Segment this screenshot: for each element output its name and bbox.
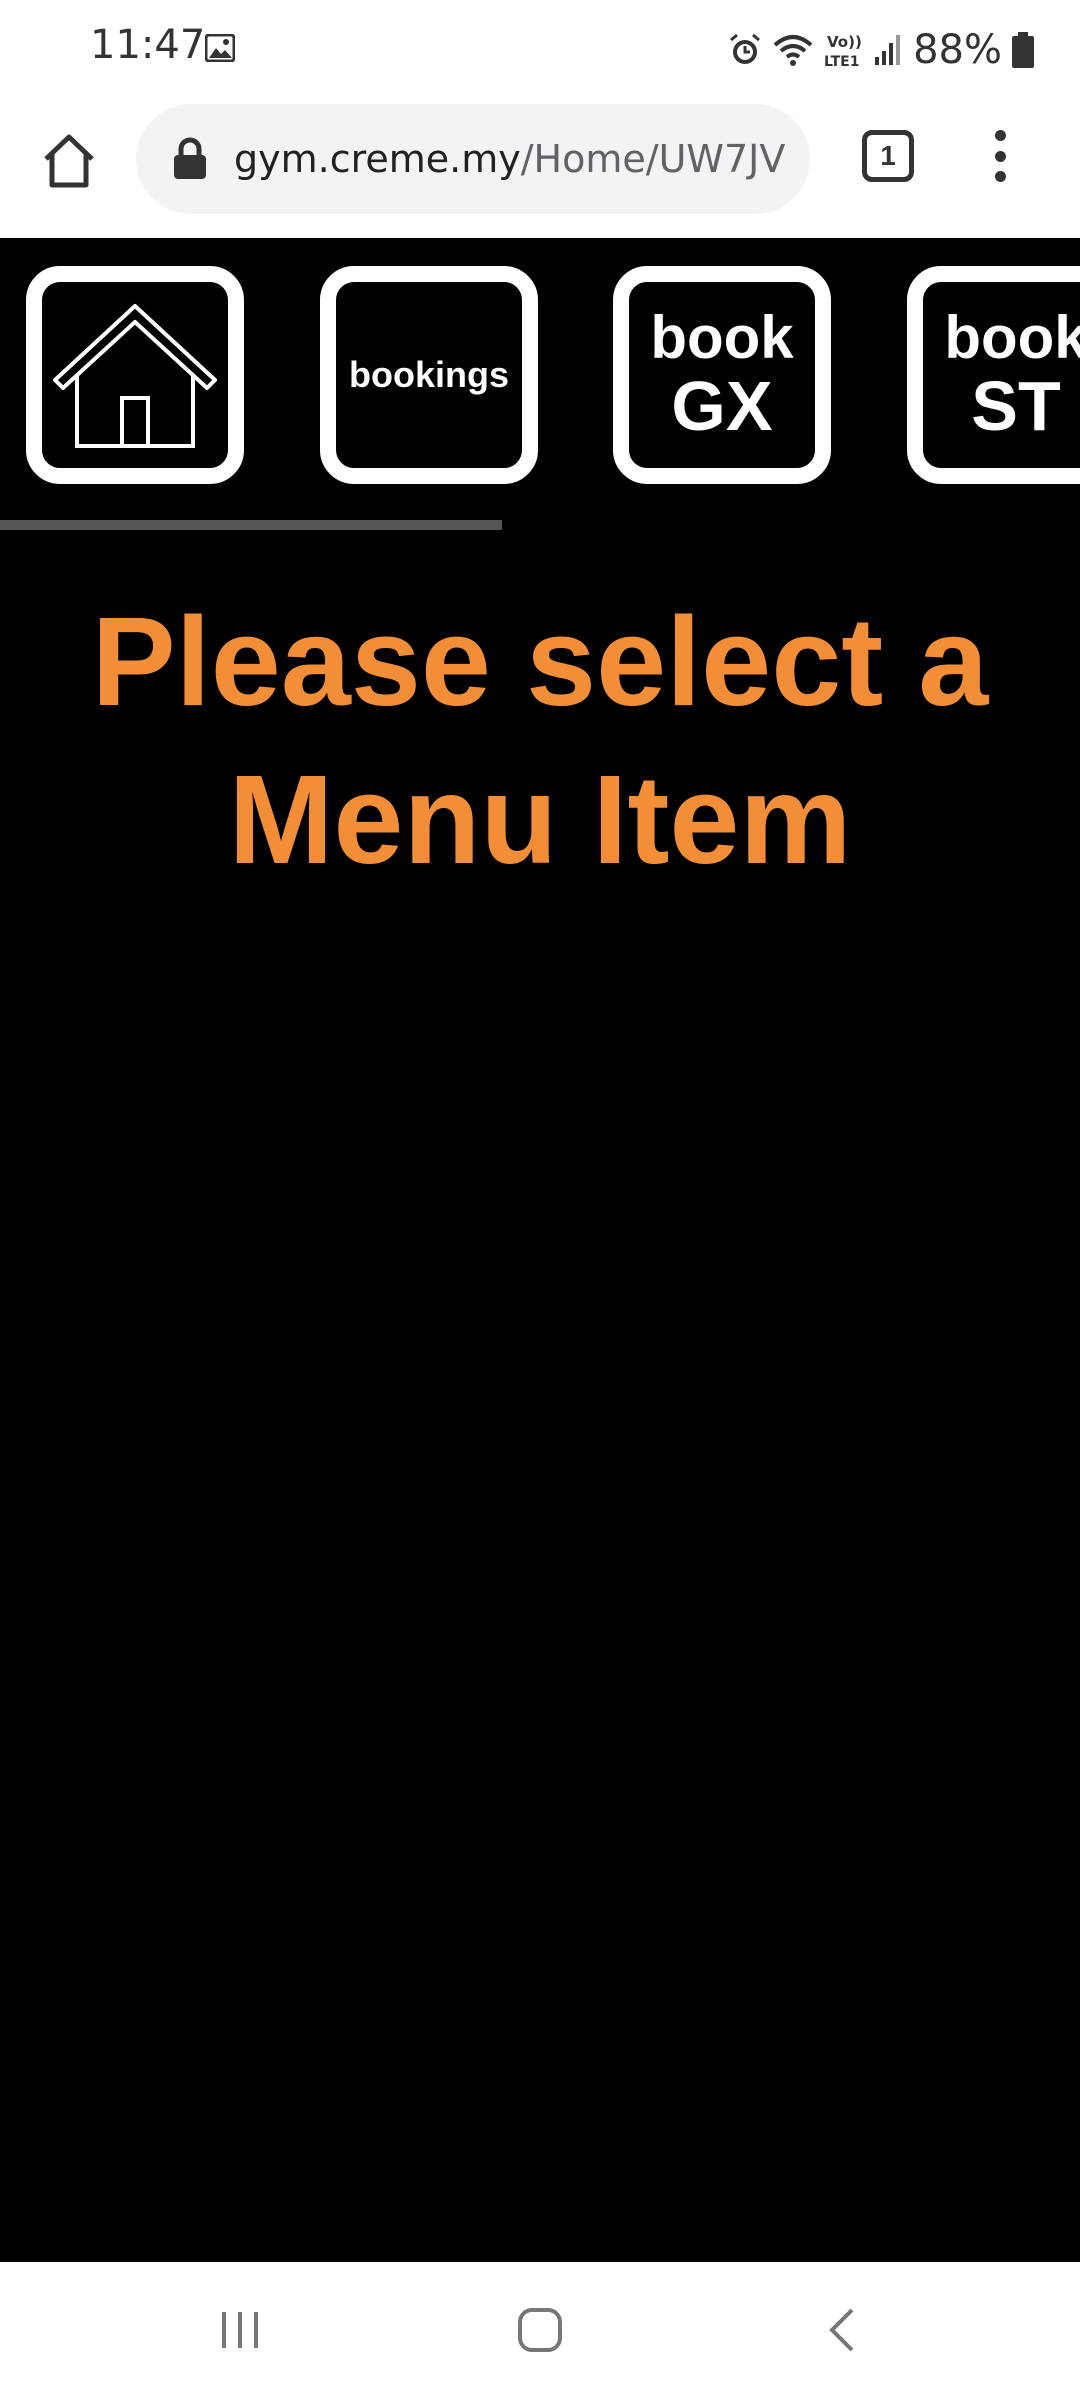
back-icon xyxy=(829,2308,854,2352)
menu-tile-strip[interactable]: bookings book GX book ST xyxy=(0,266,1080,486)
svg-text:Vo)): Vo)) xyxy=(827,33,862,51)
status-time: 11:47 xyxy=(90,22,206,68)
battery-percent: 88% xyxy=(913,27,1002,73)
menu-dot xyxy=(994,150,1006,162)
book-st-tile[interactable]: book ST xyxy=(907,266,1080,484)
home-tile[interactable] xyxy=(26,266,244,484)
battery-icon xyxy=(1012,32,1034,68)
status-bar: 11:47 Vo)) LTE1 88% xyxy=(0,0,1080,98)
page-content: bookings book GX book ST Please select a… xyxy=(0,238,1080,2262)
system-home-button[interactable] xyxy=(510,2302,570,2358)
menu-dot xyxy=(994,171,1006,182)
home-icon xyxy=(44,134,94,188)
system-nav-bar xyxy=(0,2262,1080,2400)
tab-switcher-button[interactable]: 1 xyxy=(862,130,914,182)
svg-text:LTE1: LTE1 xyxy=(824,54,859,70)
home-icon xyxy=(518,2308,562,2352)
book-gx-tile[interactable]: book GX xyxy=(613,266,831,484)
url-domain: gym.creme.my xyxy=(234,137,521,181)
horizontal-scrollbar[interactable] xyxy=(0,520,502,530)
url-path: /Home/UW7JV xyxy=(520,137,786,181)
book-gx-line1: book xyxy=(650,304,794,371)
bookings-tile[interactable]: bookings xyxy=(320,266,538,484)
house-icon xyxy=(53,304,217,448)
browser-home-button[interactable] xyxy=(36,128,102,194)
recents-icon xyxy=(222,2312,258,2348)
book-st-line2: ST xyxy=(971,367,1061,445)
lock-icon xyxy=(174,137,206,179)
book-st-line1: book xyxy=(944,304,1080,371)
gallery-icon xyxy=(205,34,235,62)
wifi-icon xyxy=(773,35,813,66)
recents-button[interactable] xyxy=(210,2302,270,2358)
menu-dot xyxy=(994,130,1006,141)
back-button[interactable] xyxy=(812,2302,872,2358)
url-text: gym.creme.my/Home/UW7JV xyxy=(234,137,785,181)
address-bar[interactable]: gym.creme.my/Home/UW7JV xyxy=(136,104,810,214)
page-headline: Please select a Menu Item xyxy=(91,591,989,890)
browser-toolbar: gym.creme.my/Home/UW7JV 1 xyxy=(0,98,1080,238)
book-gx-line2: GX xyxy=(671,367,773,445)
signal-icon xyxy=(875,35,901,65)
volte-icon: Vo)) LTE1 xyxy=(824,33,862,70)
alarm-icon xyxy=(730,33,761,64)
bookings-label: bookings xyxy=(349,354,509,395)
browser-menu-button[interactable] xyxy=(980,124,1020,188)
